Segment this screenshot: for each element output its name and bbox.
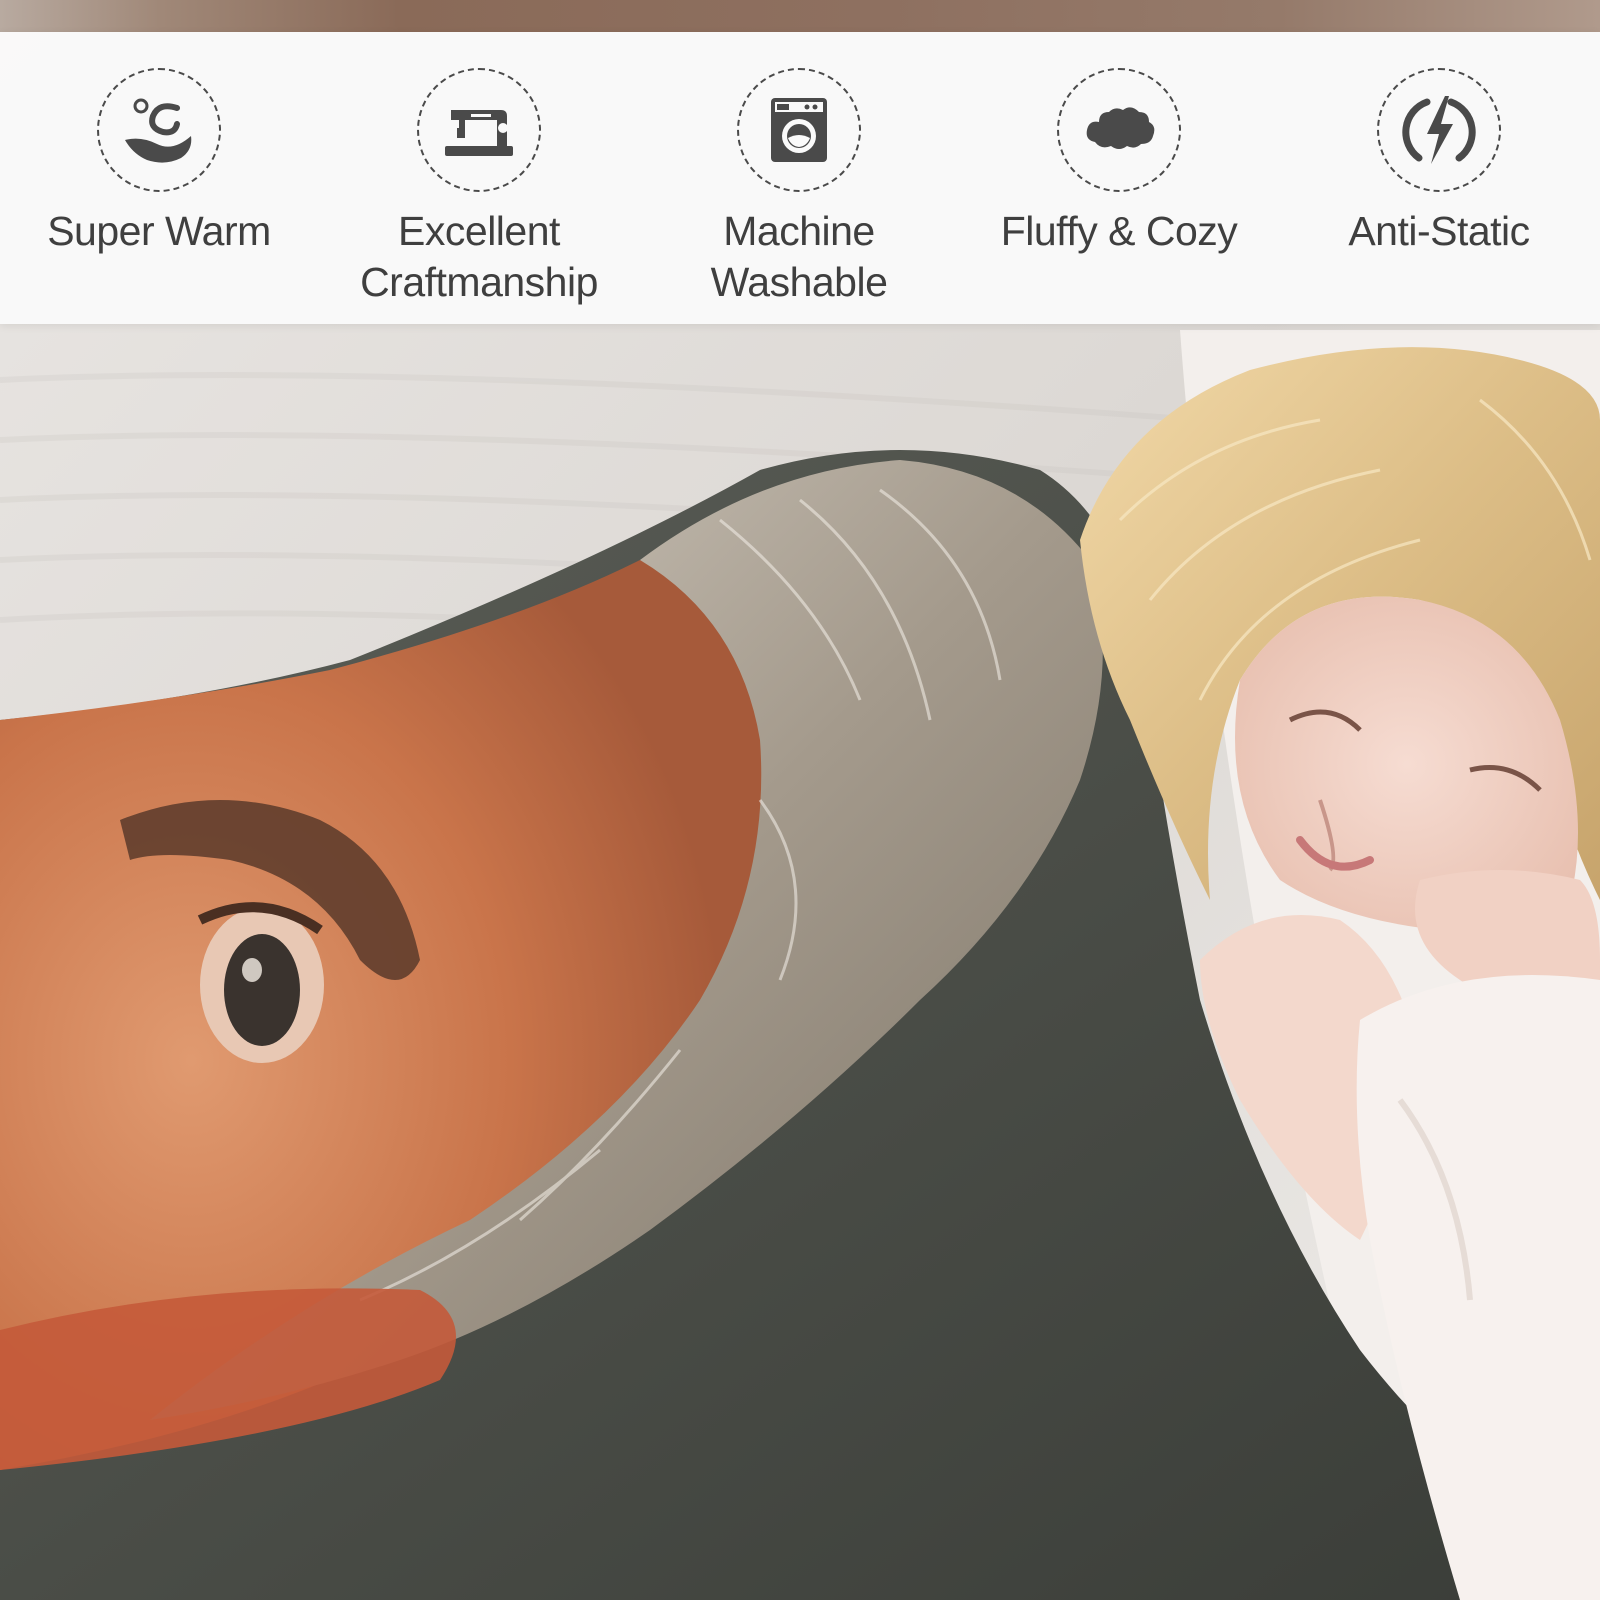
feature-label: Machine Washable bbox=[710, 208, 888, 305]
headboard-strip bbox=[0, 0, 1600, 32]
feature-fluffy-cozy: Fluffy & Cozy bbox=[969, 68, 1269, 257]
icon-ring bbox=[1057, 68, 1181, 192]
icon-ring bbox=[417, 68, 541, 192]
feature-label: Anti-Static bbox=[1348, 208, 1530, 254]
feature-anti-static: Anti-Static bbox=[1289, 68, 1589, 257]
washing-machine-icon bbox=[771, 98, 827, 162]
icon-ring bbox=[737, 68, 861, 192]
warm-hand-icon bbox=[125, 98, 192, 163]
feature-label: Fluffy & Cozy bbox=[1000, 208, 1238, 254]
feature-label: Super Warm bbox=[47, 208, 271, 254]
product-image: Super Warm Excellent Craftmanship Machin… bbox=[0, 0, 1600, 1600]
feature-excellent-craftmanship: Excellent Craftmanship bbox=[329, 68, 629, 308]
sewing-machine-icon bbox=[445, 110, 513, 156]
feature-label: Excellent Craftmanship bbox=[360, 208, 598, 305]
icon-ring bbox=[1377, 68, 1501, 192]
icon-ring bbox=[97, 68, 221, 192]
feature-machine-washable: Machine Washable bbox=[649, 68, 949, 308]
feature-super-warm: Super Warm bbox=[9, 68, 309, 257]
lightning-bolt-icon bbox=[1402, 96, 1476, 164]
cloud-icon bbox=[1086, 107, 1155, 149]
feature-band: Super Warm Excellent Craftmanship Machin… bbox=[0, 32, 1600, 324]
